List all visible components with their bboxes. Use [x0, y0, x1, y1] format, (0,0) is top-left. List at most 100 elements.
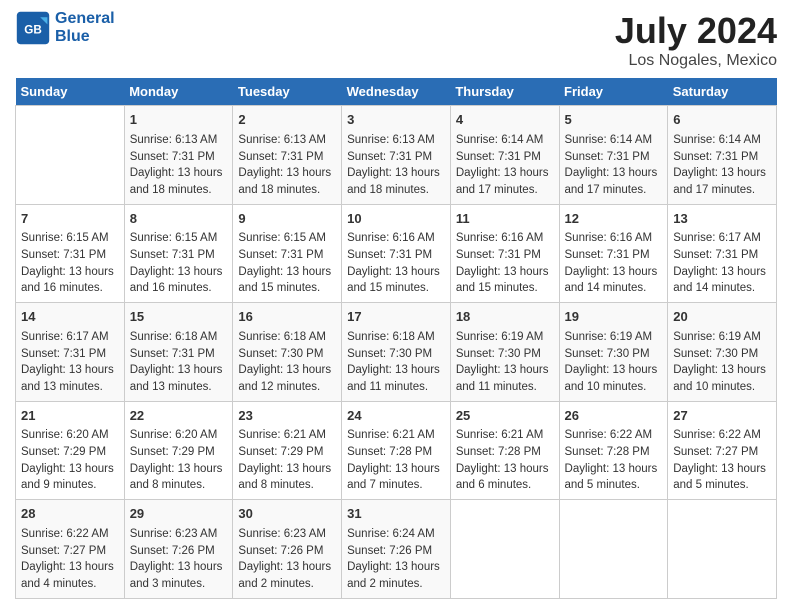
calendar-cell: 7Sunrise: 6:15 AMSunset: 7:31 PMDaylight… — [16, 204, 125, 303]
calendar-cell: 27Sunrise: 6:22 AMSunset: 7:27 PMDayligh… — [668, 401, 777, 500]
logo-line2: Blue — [55, 28, 115, 46]
calendar-cell: 14Sunrise: 6:17 AMSunset: 7:31 PMDayligh… — [16, 303, 125, 402]
day-info: Sunset: 7:28 PM — [565, 444, 663, 461]
day-info: Daylight: 13 hours and 5 minutes. — [565, 461, 663, 494]
day-info: Sunset: 7:30 PM — [238, 346, 336, 363]
logo-icon: GB — [15, 10, 51, 46]
day-number: 17 — [347, 308, 445, 327]
day-info: Sunset: 7:28 PM — [347, 444, 445, 461]
calendar-cell: 17Sunrise: 6:18 AMSunset: 7:30 PMDayligh… — [342, 303, 451, 402]
header-tuesday: Tuesday — [233, 78, 342, 106]
header-thursday: Thursday — [450, 78, 559, 106]
calendar-cell: 31Sunrise: 6:24 AMSunset: 7:26 PMDayligh… — [342, 500, 451, 599]
calendar-cell: 18Sunrise: 6:19 AMSunset: 7:30 PMDayligh… — [450, 303, 559, 402]
calendar-cell: 16Sunrise: 6:18 AMSunset: 7:30 PMDayligh… — [233, 303, 342, 402]
day-info: Daylight: 13 hours and 13 minutes. — [130, 362, 228, 395]
day-info: Daylight: 13 hours and 16 minutes. — [130, 264, 228, 297]
calendar-cell — [668, 500, 777, 599]
day-info: Daylight: 13 hours and 2 minutes. — [347, 559, 445, 592]
day-info: Daylight: 13 hours and 18 minutes. — [130, 165, 228, 198]
day-info: Sunrise: 6:22 AM — [565, 427, 663, 444]
calendar-week-2: 7Sunrise: 6:15 AMSunset: 7:31 PMDaylight… — [16, 204, 777, 303]
calendar-cell: 23Sunrise: 6:21 AMSunset: 7:29 PMDayligh… — [233, 401, 342, 500]
day-info: Sunrise: 6:14 AM — [456, 132, 554, 149]
day-info: Sunrise: 6:14 AM — [565, 132, 663, 149]
calendar-cell: 15Sunrise: 6:18 AMSunset: 7:31 PMDayligh… — [124, 303, 233, 402]
day-info: Sunset: 7:31 PM — [238, 149, 336, 166]
day-number: 31 — [347, 505, 445, 524]
day-info: Sunrise: 6:16 AM — [565, 230, 663, 247]
day-number: 2 — [238, 111, 336, 130]
day-info: Sunrise: 6:21 AM — [238, 427, 336, 444]
day-info: Sunset: 7:26 PM — [238, 543, 336, 560]
day-info: Daylight: 13 hours and 14 minutes. — [565, 264, 663, 297]
calendar-cell: 12Sunrise: 6:16 AMSunset: 7:31 PMDayligh… — [559, 204, 668, 303]
day-info: Sunset: 7:31 PM — [21, 346, 119, 363]
page-header: GB General Blue July 2024 Los Nogales, M… — [15, 10, 777, 70]
day-info: Sunset: 7:28 PM — [456, 444, 554, 461]
title-block: July 2024 Los Nogales, Mexico — [615, 10, 777, 70]
day-info: Sunset: 7:30 PM — [456, 346, 554, 363]
day-number: 5 — [565, 111, 663, 130]
calendar-cell: 25Sunrise: 6:21 AMSunset: 7:28 PMDayligh… — [450, 401, 559, 500]
logo-line1: General — [55, 10, 115, 28]
day-info: Sunrise: 6:18 AM — [347, 329, 445, 346]
calendar-cell: 24Sunrise: 6:21 AMSunset: 7:28 PMDayligh… — [342, 401, 451, 500]
day-info: Daylight: 13 hours and 4 minutes. — [21, 559, 119, 592]
day-info: Sunrise: 6:13 AM — [238, 132, 336, 149]
calendar-week-5: 28Sunrise: 6:22 AMSunset: 7:27 PMDayligh… — [16, 500, 777, 599]
day-number: 12 — [565, 210, 663, 229]
calendar-cell: 22Sunrise: 6:20 AMSunset: 7:29 PMDayligh… — [124, 401, 233, 500]
day-info: Sunrise: 6:19 AM — [456, 329, 554, 346]
day-info: Daylight: 13 hours and 7 minutes. — [347, 461, 445, 494]
calendar-cell — [559, 500, 668, 599]
day-info: Sunrise: 6:16 AM — [347, 230, 445, 247]
page-subtitle: Los Nogales, Mexico — [615, 52, 777, 70]
day-info: Daylight: 13 hours and 8 minutes. — [130, 461, 228, 494]
day-info: Sunrise: 6:14 AM — [673, 132, 771, 149]
day-info: Sunset: 7:31 PM — [565, 149, 663, 166]
day-number: 11 — [456, 210, 554, 229]
day-info: Daylight: 13 hours and 2 minutes. — [238, 559, 336, 592]
day-info: Sunset: 7:31 PM — [673, 247, 771, 264]
day-info: Sunset: 7:26 PM — [130, 543, 228, 560]
day-info: Sunrise: 6:18 AM — [130, 329, 228, 346]
day-info: Sunset: 7:31 PM — [565, 247, 663, 264]
day-number: 8 — [130, 210, 228, 229]
day-info: Sunset: 7:29 PM — [238, 444, 336, 461]
day-number: 10 — [347, 210, 445, 229]
day-info: Daylight: 13 hours and 16 minutes. — [21, 264, 119, 297]
day-number: 14 — [21, 308, 119, 327]
day-info: Sunset: 7:30 PM — [565, 346, 663, 363]
calendar-cell: 11Sunrise: 6:16 AMSunset: 7:31 PMDayligh… — [450, 204, 559, 303]
calendar-cell: 28Sunrise: 6:22 AMSunset: 7:27 PMDayligh… — [16, 500, 125, 599]
day-info: Daylight: 13 hours and 15 minutes. — [238, 264, 336, 297]
day-info: Daylight: 13 hours and 6 minutes. — [456, 461, 554, 494]
day-info: Sunset: 7:31 PM — [130, 149, 228, 166]
day-info: Sunrise: 6:17 AM — [21, 329, 119, 346]
day-number: 18 — [456, 308, 554, 327]
day-info: Sunrise: 6:20 AM — [130, 427, 228, 444]
day-info: Sunrise: 6:15 AM — [238, 230, 336, 247]
day-number: 24 — [347, 407, 445, 426]
day-info: Daylight: 13 hours and 18 minutes. — [238, 165, 336, 198]
calendar-cell — [450, 500, 559, 599]
day-number: 29 — [130, 505, 228, 524]
day-info: Sunset: 7:30 PM — [347, 346, 445, 363]
header-wednesday: Wednesday — [342, 78, 451, 106]
day-number: 1 — [130, 111, 228, 130]
day-number: 21 — [21, 407, 119, 426]
day-info: Sunrise: 6:18 AM — [238, 329, 336, 346]
calendar-header-row: SundayMondayTuesdayWednesdayThursdayFrid… — [16, 78, 777, 106]
day-number: 23 — [238, 407, 336, 426]
day-info: Daylight: 13 hours and 10 minutes. — [565, 362, 663, 395]
header-saturday: Saturday — [668, 78, 777, 106]
day-info: Daylight: 13 hours and 8 minutes. — [238, 461, 336, 494]
day-number: 7 — [21, 210, 119, 229]
day-number: 3 — [347, 111, 445, 130]
day-info: Sunrise: 6:23 AM — [238, 526, 336, 543]
calendar-cell: 6Sunrise: 6:14 AMSunset: 7:31 PMDaylight… — [668, 106, 777, 205]
calendar-cell — [16, 106, 125, 205]
day-info: Sunset: 7:31 PM — [130, 346, 228, 363]
day-info: Daylight: 13 hours and 10 minutes. — [673, 362, 771, 395]
